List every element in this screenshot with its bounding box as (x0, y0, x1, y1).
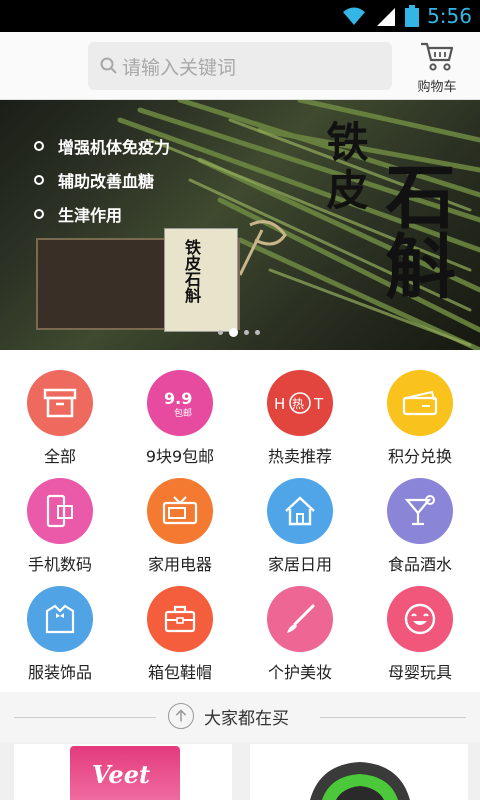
brush-icon (267, 586, 333, 652)
carousel-dot (244, 330, 249, 335)
tv-icon (147, 478, 213, 544)
hot-icon: H热T (267, 370, 333, 436)
shirt-icon (27, 586, 93, 652)
product-card[interactable]: Veet (14, 744, 232, 800)
status-bar: 5:56 (0, 0, 480, 32)
product-list: Veet (0, 742, 480, 800)
category-points-exchange[interactable]: 积分兑换 (360, 350, 480, 466)
category-clothing[interactable]: 服装饰品 (0, 566, 120, 682)
header: 请输入关键词 购物车 (0, 32, 480, 100)
svg-text:热: 热 (292, 397, 304, 411)
search-placeholder: 请输入关键词 (122, 56, 237, 79)
product-box-front: 铁皮石斛 (164, 228, 238, 332)
category-home-daily[interactable]: 家居日用 (240, 458, 360, 574)
section-title: 大家都在买 (204, 709, 289, 729)
battery-icon (405, 5, 420, 27)
carousel-indicators (218, 328, 260, 337)
wifi-icon (343, 7, 366, 25)
benefit-item: 辅助改善血糖 (34, 168, 170, 192)
bag-icon (147, 586, 213, 652)
home-icon (267, 478, 333, 544)
category-9-9-free-shipping[interactable]: 9.9 包邮 9块9包邮 (120, 350, 240, 466)
category-food-drinks[interactable]: 食品酒水 (360, 458, 480, 574)
category-bags-shoes-hats[interactable]: 箱包鞋帽 (120, 566, 240, 682)
arrow-up-circle-icon (168, 703, 194, 729)
banner-benefits: 增强机体免疫力 辅助改善血糖 生津作用 (34, 134, 170, 236)
category-all[interactable]: 全部 (0, 350, 120, 466)
search-icon (100, 57, 117, 74)
category-home-appliances[interactable]: 家用电器 (120, 458, 240, 574)
banner-brand-tiepi: 铁皮 (320, 120, 369, 216)
svg-text:H: H (274, 395, 285, 413)
box-icon (27, 370, 93, 436)
promo-banner[interactable]: 增强机体免疫力 辅助改善血糖 生津作用 铁皮 石斛 铁皮石斛 (0, 100, 480, 350)
clock: 5:56 (427, 4, 472, 28)
search-input[interactable]: 请输入关键词 (88, 42, 392, 90)
divider-line (320, 717, 466, 718)
veet-product-image: Veet (70, 746, 180, 800)
category-grid: 全部 9.9包邮 9块9包邮 H热T 热卖推荐 积分兑换 手机数码 家用电器 (0, 350, 480, 692)
cart-button[interactable]: 购物车 (410, 40, 464, 95)
ninepointnine-icon: 9.9 包邮 (147, 370, 213, 436)
carousel-dot-active (229, 328, 238, 337)
svg-text:包邮: 包邮 (174, 407, 192, 419)
section-header: 大家都在买 (0, 693, 480, 741)
cart-label: 购物车 (417, 80, 457, 95)
category-phones-digital[interactable]: 手机数码 (0, 458, 120, 574)
phone-icon (27, 478, 93, 544)
svg-text:9.9: 9.9 (164, 389, 192, 408)
carousel-dot (218, 330, 223, 335)
product-card[interactable] (250, 744, 468, 800)
product-image (310, 762, 410, 800)
carousel-dot (255, 330, 260, 335)
cocktail-icon (387, 478, 453, 544)
svg-text:T: T (313, 395, 324, 413)
category-baby-toys[interactable]: 母婴玩具 (360, 566, 480, 682)
category-personal-care-beauty[interactable]: 个护美妆 (240, 566, 360, 682)
card-icon (387, 370, 453, 436)
cart-icon (421, 42, 454, 71)
category-hot-sale[interactable]: H热T 热卖推荐 (240, 350, 360, 466)
banner-brand-shihu: 石斛 (374, 160, 457, 300)
benefit-item: 增强机体免疫力 (34, 134, 170, 158)
benefit-item: 生津作用 (34, 202, 170, 226)
divider-line (14, 717, 156, 718)
smiley-icon (387, 586, 453, 652)
signal-icon (377, 8, 396, 26)
product-brand: Veet (92, 760, 151, 789)
